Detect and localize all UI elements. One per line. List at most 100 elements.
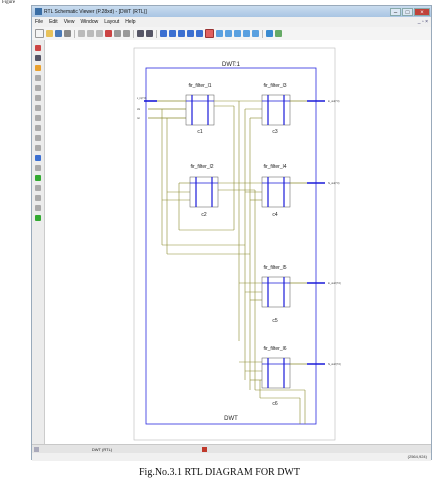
- svg-text:x_in(7:0): x_in(7:0): [137, 97, 147, 100]
- highlight-tool-icon[interactable]: [35, 65, 41, 71]
- help-icon[interactable]: [275, 30, 282, 37]
- instance-type-label: fir_filter_l1: [188, 83, 211, 89]
- save-icon[interactable]: [55, 30, 62, 37]
- input-ports: [148, 100, 186, 119]
- output-port-labels: lo_out(7:0) hi_out(7:0) lo_out2(7:0) hi_…: [328, 100, 341, 366]
- instance-name-label: c5: [272, 318, 278, 324]
- instance-c4: fir_filter_l4 c4: [261, 164, 291, 218]
- tool-8-icon[interactable]: [35, 115, 41, 121]
- back-icon[interactable]: [216, 30, 223, 37]
- figure-caption: Fig.No.3.1 RTL DIAGRAM FOR DWT: [139, 467, 300, 478]
- zoom-fit-icon[interactable]: [178, 30, 185, 37]
- svg-text:hi_out2(7:0): hi_out2(7:0): [328, 363, 341, 366]
- instance-c3: fir_filter_l3 c3: [261, 83, 291, 135]
- fit-icon[interactable]: [252, 30, 259, 37]
- svg-text:lo_out(7:0): lo_out(7:0): [328, 100, 340, 103]
- instance-c5: fir_filter_l5 c5: [261, 265, 291, 324]
- instance-name-label: c2: [201, 212, 207, 218]
- tool-9-icon[interactable]: [35, 125, 41, 131]
- tool-7-icon[interactable]: [35, 105, 41, 111]
- schematic-canvas[interactable]: DWT:1 DWT lo_out(7:0) hi_out(7:0) lo_out…: [45, 40, 431, 444]
- menu-help[interactable]: Help: [122, 19, 138, 25]
- tool-5-icon[interactable]: [35, 85, 41, 91]
- push-into-icon[interactable]: [196, 30, 203, 37]
- instance-name-label: c3: [272, 129, 278, 135]
- new-icon[interactable]: [35, 29, 44, 38]
- tool-18-icon[interactable]: [35, 215, 41, 221]
- dwt-module-border: [145, 67, 317, 425]
- tool-16-icon[interactable]: [35, 195, 41, 201]
- tool-15-icon[interactable]: [35, 185, 41, 191]
- top-level-icon[interactable]: [234, 30, 241, 37]
- svg-text:rst: rst: [137, 117, 140, 120]
- tab-dwt-rtl[interactable]: DWT (RTL): [42, 447, 162, 452]
- instance-name-label: c6: [272, 401, 278, 407]
- redo-icon[interactable]: [123, 30, 130, 37]
- zoom-area-icon[interactable]: [187, 30, 194, 37]
- cut-icon[interactable]: [78, 30, 85, 37]
- schematic-tab-icon: [34, 447, 39, 452]
- maximize-button[interactable]: □: [402, 7, 413, 16]
- status-bar: (2564,924): [32, 453, 431, 461]
- cursor-coordinates: (2564,924): [407, 454, 427, 459]
- pan-tool-icon[interactable]: [35, 55, 41, 61]
- top-instance-label: DWT:1: [222, 62, 241, 68]
- tool-17-icon[interactable]: [35, 205, 41, 211]
- menu-view[interactable]: View: [61, 19, 78, 25]
- instance-c1: fir_filter_l1 c1: [185, 83, 215, 135]
- menu-bar: File Edit View Window Layout Help _ ▫ ×: [32, 17, 431, 27]
- tool-11-icon[interactable]: [35, 145, 41, 151]
- instance-type-label: fir_filter_l6: [263, 346, 286, 352]
- properties-icon[interactable]: [266, 30, 273, 37]
- instance-type-label: fir_filter_l2: [190, 164, 213, 170]
- delete-icon[interactable]: [105, 30, 112, 37]
- tool-4-icon[interactable]: [35, 75, 41, 81]
- copy-icon[interactable]: [87, 30, 94, 37]
- instance-name-label: c4: [272, 212, 278, 218]
- menu-window[interactable]: Window: [77, 19, 101, 25]
- svg-text:clk: clk: [137, 108, 141, 111]
- page-label: Figure: [2, 0, 16, 5]
- zoom-in-icon[interactable]: [160, 30, 167, 37]
- output-wires: [288, 100, 316, 365]
- refresh-icon[interactable]: [243, 30, 250, 37]
- menu-layout[interactable]: Layout: [101, 19, 122, 25]
- tool-13-icon[interactable]: [35, 165, 41, 171]
- find-next-icon[interactable]: [146, 30, 153, 37]
- instance-type-label: fir_filter_l5: [263, 265, 286, 271]
- paste-icon[interactable]: [96, 30, 103, 37]
- menu-file[interactable]: File: [32, 19, 46, 25]
- instance-type-label: fir_filter_l3: [263, 83, 286, 89]
- left-toolbar: [32, 40, 45, 447]
- schematic-viewer-window: RTL Schematic Viewer (P.28xd) - [DWT (RT…: [31, 5, 432, 461]
- sheet-border: [133, 47, 336, 441]
- selected-tool-icon[interactable]: [205, 29, 214, 38]
- instance-type-label: fir_filter_l4: [263, 164, 286, 170]
- instance-c2: fir_filter_l2 c2: [189, 164, 219, 218]
- forward-icon[interactable]: [225, 30, 232, 37]
- undo-icon[interactable]: [114, 30, 121, 37]
- mdi-controls[interactable]: _ ▫ ×: [418, 19, 428, 25]
- minimize-button[interactable]: –: [390, 7, 401, 16]
- app-icon: [35, 8, 42, 15]
- tool-10-icon[interactable]: [35, 135, 41, 141]
- title-bar: RTL Schematic Viewer (P.28xd) - [DWT (RT…: [32, 6, 431, 17]
- menu-edit[interactable]: Edit: [46, 19, 61, 25]
- print-icon[interactable]: [64, 30, 71, 37]
- select-tool-icon[interactable]: [35, 45, 41, 51]
- tool-6-icon[interactable]: [35, 95, 41, 101]
- close-button[interactable]: ×: [414, 7, 430, 16]
- schematic-diagram: DWT:1 DWT lo_out(7:0) hi_out(7:0) lo_out…: [133, 47, 341, 441]
- window-title: RTL Schematic Viewer (P.28xd) - [DWT (RT…: [44, 8, 147, 15]
- tool-14-icon[interactable]: [35, 175, 41, 181]
- binoculars-icon[interactable]: [137, 30, 144, 37]
- module-label: DWT: [224, 416, 238, 422]
- svg-text:hi_out(7:0): hi_out(7:0): [328, 182, 340, 185]
- tool-12-icon[interactable]: [35, 155, 41, 161]
- toolbar: [32, 27, 431, 41]
- instance-name-label: c1: [197, 129, 203, 135]
- zoom-out-icon[interactable]: [169, 30, 176, 37]
- open-icon[interactable]: [46, 30, 53, 37]
- tab-close-icon[interactable]: [202, 447, 207, 452]
- svg-text:lo_out2(7:0): lo_out2(7:0): [328, 282, 341, 285]
